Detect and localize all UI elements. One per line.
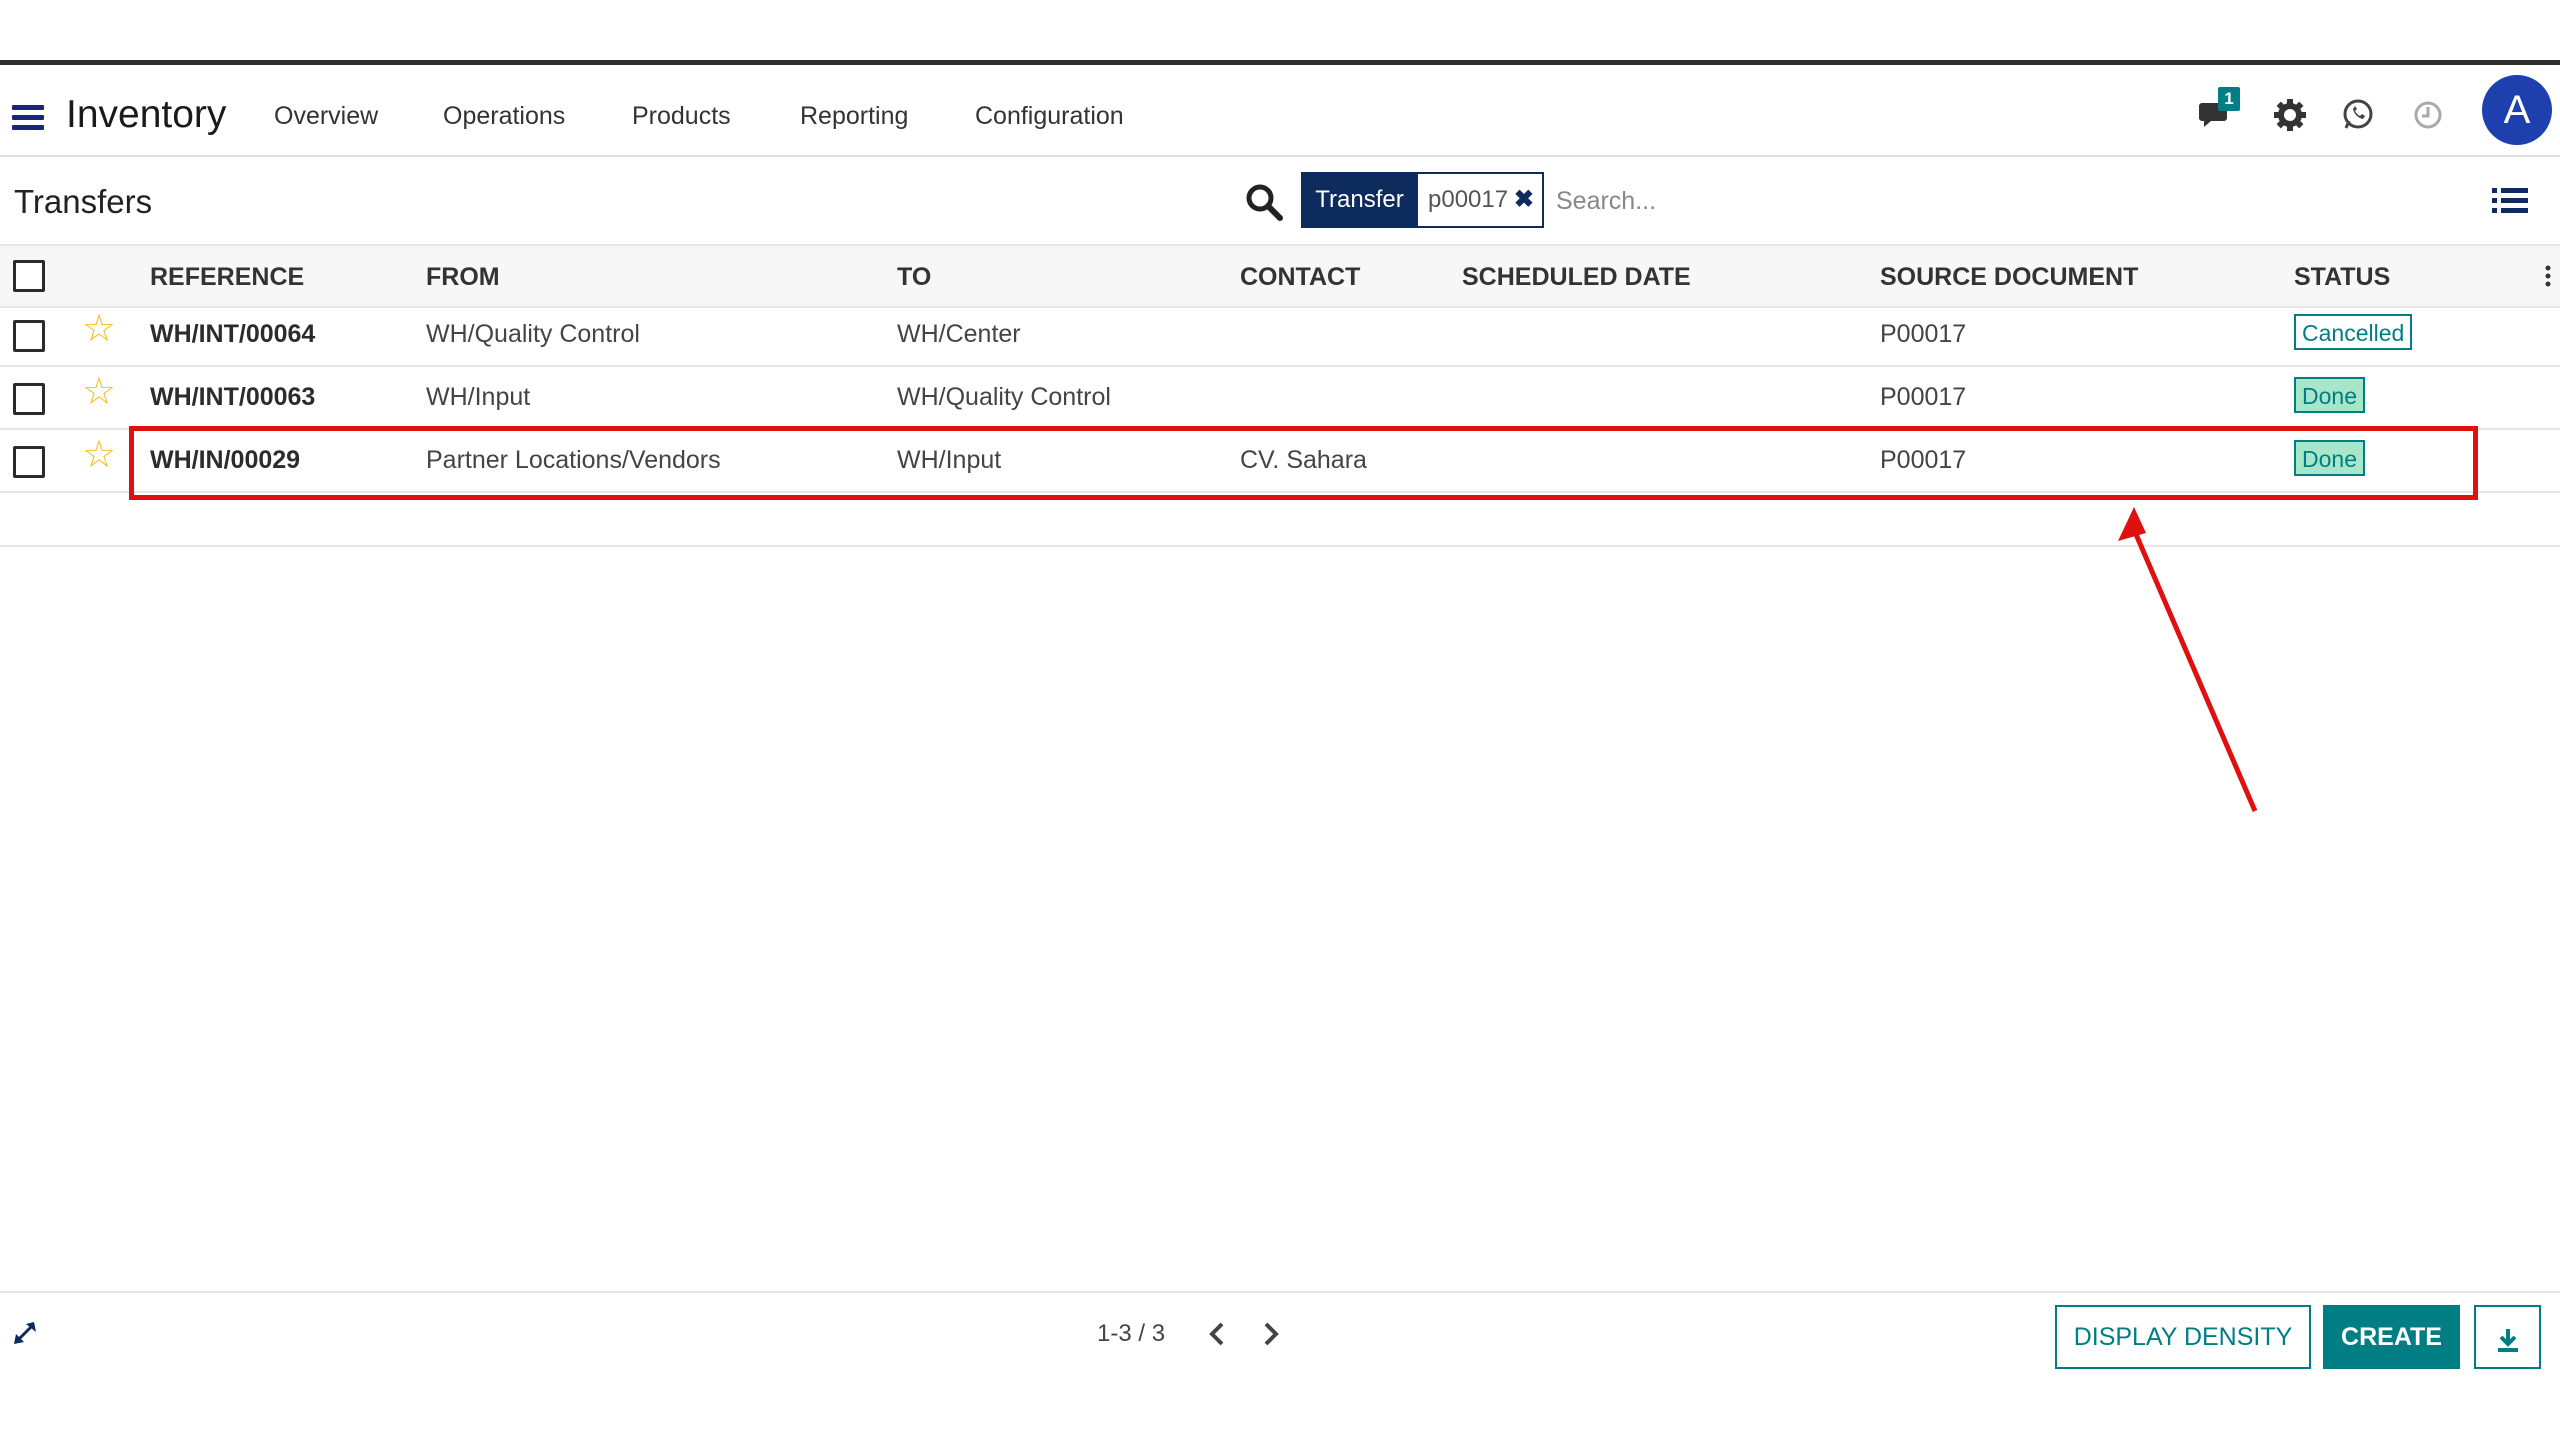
column-header-contact[interactable]: CONTACT: [1240, 263, 1360, 292]
gear-icon[interactable]: [2270, 95, 2310, 135]
activity-clock-icon[interactable]: [2408, 95, 2448, 135]
page-title: Transfers: [14, 183, 153, 220]
user-avatar[interactable]: A: [2482, 75, 2552, 145]
row-checkbox[interactable]: [13, 320, 45, 352]
status-badge: Done: [2294, 377, 2365, 413]
row-checkbox[interactable]: [13, 383, 45, 415]
column-header-source-document[interactable]: SOURCE DOCUMENT: [1880, 263, 2138, 292]
search-icon[interactable]: [1244, 182, 1284, 222]
status-badge: Cancelled: [2294, 314, 2413, 350]
expand-icon[interactable]: [12, 1320, 38, 1346]
cell-reference: WH/INT/00064: [150, 320, 316, 348]
cell-from: WH/Input: [426, 383, 531, 411]
nav-operations[interactable]: Operations: [443, 102, 565, 131]
footer-divider: [0, 1291, 2560, 1293]
messaging-icon[interactable]: 1: [2198, 87, 2240, 135]
column-header-to[interactable]: TO: [897, 263, 931, 292]
remove-facet-icon[interactable]: ✖: [1514, 174, 1534, 226]
nav-configuration[interactable]: Configuration: [975, 102, 1124, 131]
select-all-checkbox[interactable]: [13, 260, 45, 292]
annotation-arrow-icon: [2118, 507, 2258, 812]
app-title[interactable]: Inventory: [66, 93, 226, 137]
create-button[interactable]: CREATE: [2323, 1305, 2460, 1369]
messages-count-badge: 1: [2218, 87, 2240, 111]
table-row[interactable]: ☆ WH/INT/00063 WH/Input WH/Quality Contr…: [0, 367, 2560, 430]
cell-from: WH/Quality Control: [426, 320, 640, 348]
column-header-scheduled-date[interactable]: SCHEDULED DATE: [1462, 263, 1691, 292]
column-header-reference[interactable]: REFERENCE: [150, 263, 304, 292]
display-density-button[interactable]: DISPLAY DENSITY: [2055, 1305, 2311, 1369]
cell-source-document: P00017: [1880, 320, 1967, 348]
column-header-from[interactable]: FROM: [426, 263, 500, 292]
search-facet-value: p00017 ✖: [1418, 172, 1544, 228]
nav-reporting[interactable]: Reporting: [800, 102, 908, 131]
cell-source-document: P00017: [1880, 383, 1967, 411]
search-facet-label: Transfer: [1301, 172, 1418, 228]
list-view-icon[interactable]: [2492, 186, 2528, 216]
star-icon[interactable]: ☆: [82, 373, 116, 411]
nav-products[interactable]: Products: [632, 102, 731, 131]
download-icon: [2497, 1329, 2518, 1353]
search-facet-value-text: p00017: [1428, 186, 1509, 213]
download-button[interactable]: [2474, 1305, 2541, 1369]
pager-value[interactable]: 1-3 / 3: [1097, 1320, 1165, 1348]
annotation-highlight-box: [129, 426, 2478, 500]
column-header-status[interactable]: STATUS: [2294, 263, 2390, 292]
cell-to: WH/Center: [897, 320, 1021, 348]
table-header: REFERENCE FROM TO CONTACT SCHEDULED DATE…: [0, 244, 2560, 308]
nav-overview[interactable]: Overview: [274, 102, 378, 131]
star-icon[interactable]: ☆: [82, 436, 116, 474]
star-icon[interactable]: ☆: [82, 310, 116, 348]
cell-to: WH/Quality Control: [897, 383, 1111, 411]
apps-menu-icon[interactable]: [12, 105, 44, 131]
whatsapp-icon[interactable]: [2338, 95, 2378, 135]
pager-previous-icon[interactable]: [1206, 1320, 1228, 1348]
row-checkbox[interactable]: [13, 446, 45, 478]
pager-next-icon[interactable]: [1260, 1320, 1282, 1348]
main-navbar: Inventory Overview Operations Products R…: [0, 60, 2560, 157]
search-input[interactable]: [1554, 172, 2258, 230]
cell-reference: WH/INT/00063: [150, 383, 316, 411]
table-row[interactable]: ☆ WH/INT/00064 WH/Quality Control WH/Cen…: [0, 304, 2560, 367]
optional-columns-icon[interactable]: [2545, 264, 2551, 288]
